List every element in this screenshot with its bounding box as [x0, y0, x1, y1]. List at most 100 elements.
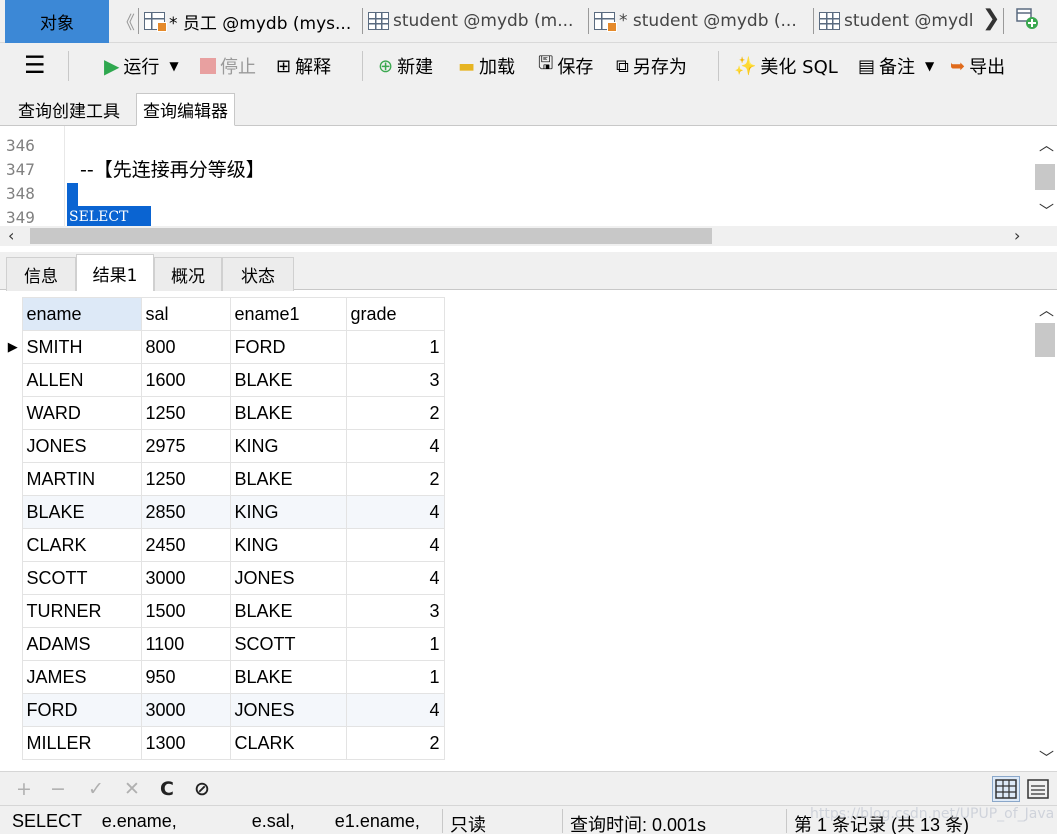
tab-student-query[interactable]: * student @mydb (... [594, 3, 809, 39]
sql-editor[interactable]: 346 347 348 349 --【先连接再分等级】 SELECT ︿ ﹀ [0, 126, 1057, 226]
grid-view-button[interactable] [992, 776, 1020, 802]
table-row[interactable]: ADAMS 1100 SCOTT 1 [4, 627, 445, 661]
cell-grade[interactable]: 4 [345, 693, 445, 727]
cell-grade[interactable]: 3 [345, 594, 445, 628]
cell-ename[interactable]: WARD [21, 396, 142, 430]
table-row[interactable]: BLAKE 2850 KING 4 [4, 495, 445, 529]
cell-sal[interactable]: 2450 [140, 528, 231, 562]
cell-ename1[interactable]: KING [229, 495, 347, 529]
table-row[interactable]: TURNER 1500 BLAKE 3 [4, 594, 445, 628]
cell-grade[interactable]: 4 [345, 528, 445, 562]
cell-ename1[interactable]: KING [229, 528, 347, 562]
scrollbar-thumb[interactable] [30, 228, 712, 244]
cell-ename[interactable]: FORD [21, 693, 142, 727]
cell-sal[interactable]: 1250 [140, 396, 231, 430]
beautify-sql-button[interactable]: ✨ 美化 SQL [734, 52, 838, 80]
cell-ename1[interactable]: FORD [229, 330, 347, 364]
cell-ename1[interactable]: SCOTT [229, 627, 347, 661]
column-header-ename[interactable]: ename [21, 297, 142, 331]
scroll-left-icon[interactable]: ‹ [8, 226, 14, 245]
add-record-icon[interactable]: + [16, 778, 32, 800]
cell-grade[interactable]: 4 [345, 495, 445, 529]
table-row[interactable]: JONES 2975 KING 4 [4, 429, 445, 463]
new-button[interactable]: ⊕ 新建 [378, 52, 433, 80]
tab-objects[interactable]: 对象 [5, 0, 109, 43]
cell-ename[interactable]: JONES [21, 429, 142, 463]
comment-button[interactable]: ▤ 备注 ▼ [858, 52, 934, 80]
grid-vertical-scrollbar[interactable]: ︿ ﹀ [1033, 291, 1057, 771]
cell-sal[interactable]: 1600 [140, 363, 231, 397]
cell-ename[interactable]: CLARK [21, 528, 142, 562]
stop-button[interactable]: 停止 [200, 52, 256, 80]
cell-grade[interactable]: 4 [345, 561, 445, 595]
table-row[interactable]: ALLEN 1600 BLAKE 3 [4, 363, 445, 397]
tab-info[interactable]: 信息 [6, 257, 76, 291]
cell-ename[interactable]: MARTIN [21, 462, 142, 496]
cell-ename[interactable]: SCOTT [21, 561, 142, 595]
chevron-right-icon[interactable]: ❯ [982, 6, 1000, 31]
cell-sal[interactable]: 3000 [140, 561, 231, 595]
cell-grade[interactable]: 1 [345, 330, 445, 364]
cell-ename1[interactable]: JONES [229, 693, 347, 727]
cell-ename1[interactable]: BLAKE [229, 594, 347, 628]
dropdown-arrow-icon[interactable]: ▼ [169, 59, 178, 73]
cell-ename[interactable]: ALLEN [21, 363, 142, 397]
cell-ename[interactable]: TURNER [21, 594, 142, 628]
cell-sal[interactable]: 2975 [140, 429, 231, 463]
new-query-icon[interactable] [1016, 8, 1040, 30]
cell-ename[interactable]: BLAKE [21, 495, 142, 529]
export-button[interactable]: ➥ 导出 [950, 52, 1005, 80]
cell-ename1[interactable]: CLARK [229, 726, 347, 760]
stop-query-icon[interactable]: ⊘ [194, 778, 210, 800]
cell-grade[interactable]: 1 [345, 660, 445, 694]
cell-ename[interactable]: ADAMS [21, 627, 142, 661]
explain-button[interactable]: ⊞ 解释 [276, 52, 331, 80]
editor-horizontal-scrollbar[interactable]: ‹ › [0, 226, 1057, 246]
cell-grade[interactable]: 3 [345, 363, 445, 397]
tab-profile[interactable]: 概况 [154, 257, 222, 291]
dropdown-arrow-icon[interactable]: ▼ [925, 59, 934, 73]
cell-ename1[interactable]: BLAKE [229, 363, 347, 397]
scrollbar-thumb[interactable] [1035, 323, 1055, 357]
cell-ename1[interactable]: BLAKE [229, 462, 347, 496]
cell-sal[interactable]: 950 [140, 660, 231, 694]
cell-ename1[interactable]: BLAKE [229, 660, 347, 694]
delete-record-icon[interactable]: − [50, 778, 66, 800]
cell-grade[interactable]: 4 [345, 429, 445, 463]
tab-student-table-2[interactable]: student @mydl [819, 3, 979, 39]
scroll-up-icon[interactable]: ︿ [1039, 134, 1054, 155]
cell-sal[interactable]: 1300 [140, 726, 231, 760]
table-row[interactable]: SCOTT 3000 JONES 4 [4, 561, 445, 595]
scrollbar-thumb[interactable] [1035, 164, 1055, 190]
table-row[interactable]: FORD 3000 JONES 4 [4, 693, 445, 727]
tab-student-table[interactable]: student @mydb (m... [368, 3, 585, 39]
cell-sal[interactable]: 3000 [140, 693, 231, 727]
column-header-grade[interactable]: grade [345, 297, 445, 331]
scroll-right-icon[interactable]: › [1014, 226, 1020, 245]
cell-sal[interactable]: 800 [140, 330, 231, 364]
scroll-down-icon[interactable]: ﹀ [1039, 747, 1054, 768]
cell-ename1[interactable]: BLAKE [229, 396, 347, 430]
tab-query-builder[interactable]: 查询创建工具 [12, 93, 126, 126]
run-button[interactable]: ▶ 运行 ▼ [104, 52, 179, 80]
refresh-icon[interactable]: C [160, 778, 174, 800]
cell-grade[interactable]: 2 [345, 462, 445, 496]
editor-vertical-scrollbar[interactable]: ︿ ﹀ [1033, 126, 1057, 226]
cell-grade[interactable]: 2 [345, 726, 445, 760]
column-header-sal[interactable]: sal [140, 297, 231, 331]
cell-ename1[interactable]: JONES [229, 561, 347, 595]
cell-ename[interactable]: JAMES [21, 660, 142, 694]
cell-sal[interactable]: 1100 [140, 627, 231, 661]
cell-grade[interactable]: 2 [345, 396, 445, 430]
tab-result-1[interactable]: 结果1 [76, 254, 154, 291]
scroll-down-icon[interactable]: ﹀ [1039, 200, 1054, 221]
cell-ename[interactable]: MILLER [21, 726, 142, 760]
scroll-up-icon[interactable]: ︿ [1039, 299, 1054, 320]
load-button[interactable]: ▬ 加载 [458, 52, 515, 80]
table-row[interactable]: CLARK 2450 KING 4 [4, 528, 445, 562]
cell-sal[interactable]: 1500 [140, 594, 231, 628]
table-row[interactable]: MARTIN 1250 BLAKE 2 [4, 462, 445, 496]
column-header-ename1[interactable]: ename1 [229, 297, 347, 331]
cell-grade[interactable]: 1 [345, 627, 445, 661]
cell-sal[interactable]: 2850 [140, 495, 231, 529]
